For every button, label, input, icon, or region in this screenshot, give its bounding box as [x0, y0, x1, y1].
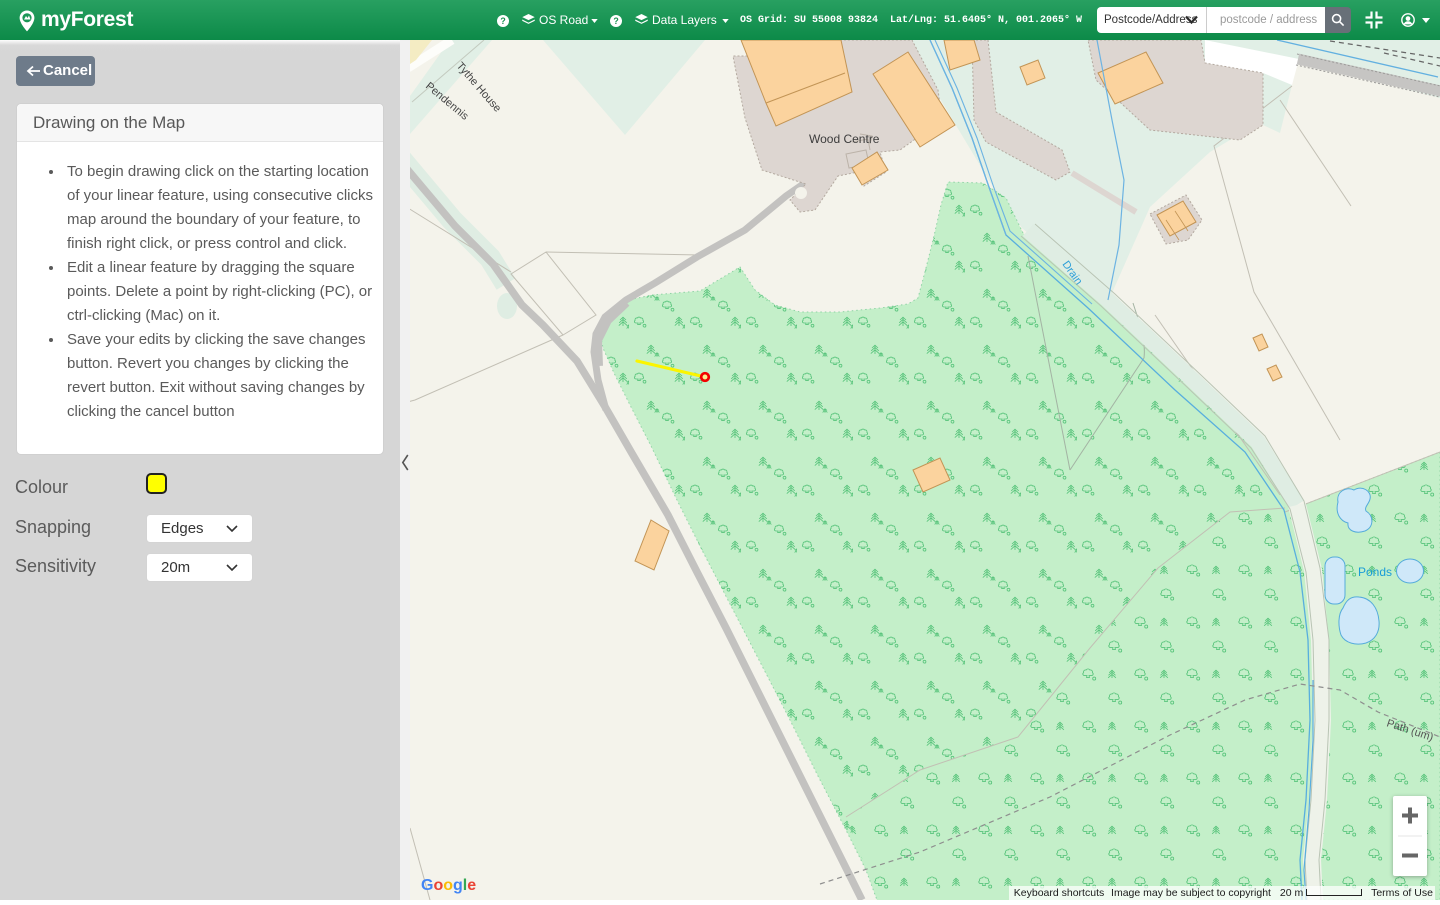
- svg-text:?: ?: [613, 16, 618, 26]
- svg-text:Wood Centre: Wood Centre: [809, 132, 880, 146]
- svg-text:?: ?: [500, 16, 505, 26]
- svg-text:Ponds: Ponds: [1358, 565, 1392, 579]
